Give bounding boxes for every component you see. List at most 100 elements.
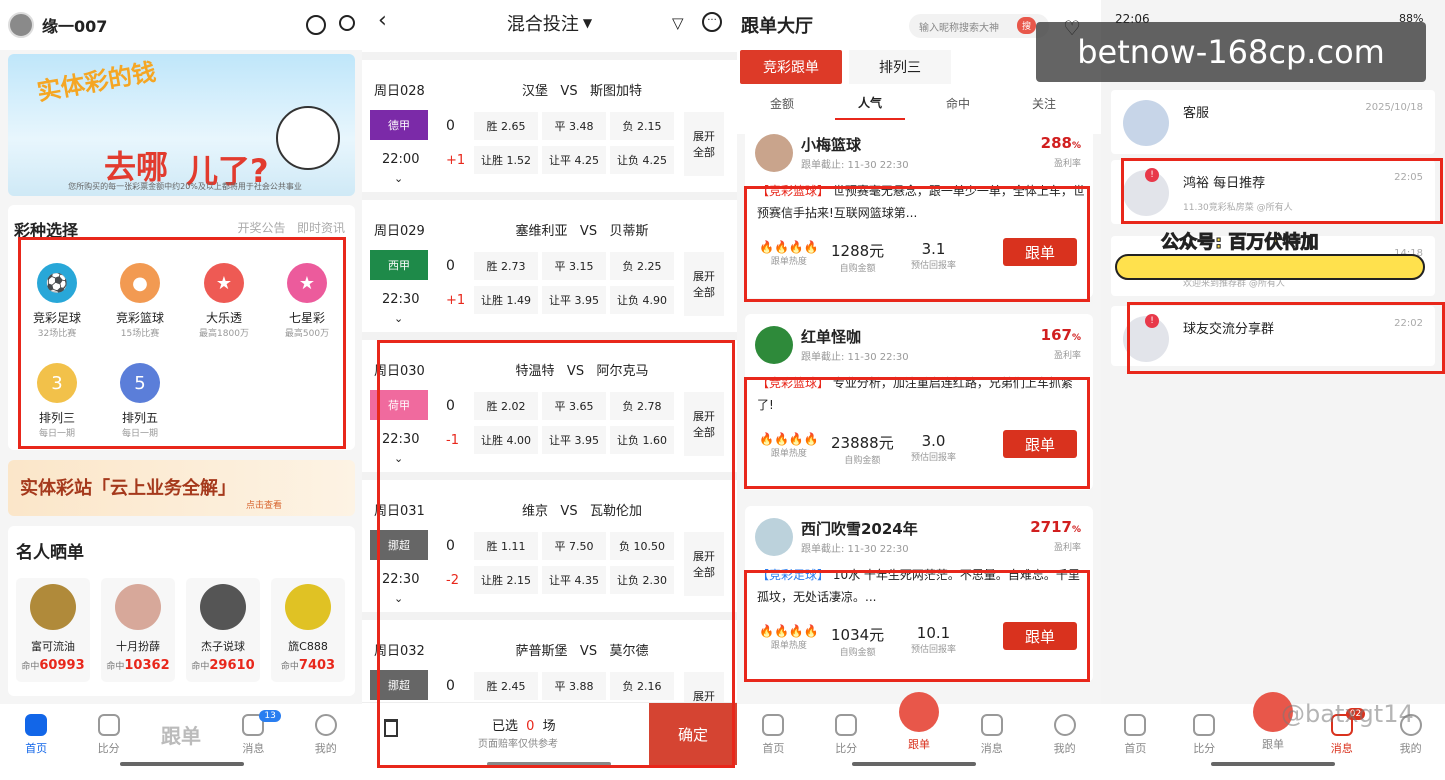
page-title[interactable]: 混合投注 bbox=[507, 10, 579, 36]
link-draw-notice[interactable]: 开奖公告 bbox=[238, 221, 286, 235]
expand-all-button[interactable]: 展开全部 bbox=[684, 112, 724, 176]
lottery-pailie3[interactable]: 3 排列三 每日一期 bbox=[22, 363, 92, 439]
confirm-button[interactable]: 确定 bbox=[649, 703, 737, 765]
follow-button[interactable]: 跟单 bbox=[1003, 430, 1077, 458]
odds-handicap-win[interactable]: 让胜 2.15 bbox=[474, 566, 538, 594]
tab-follow[interactable]: 跟单 bbox=[889, 692, 949, 752]
odds-draw[interactable]: 平 7.50 bbox=[542, 532, 606, 560]
tab-mine[interactable]: 我的 bbox=[296, 714, 356, 756]
search-button[interactable]: 搜 bbox=[1017, 17, 1037, 34]
odds-draw[interactable]: 平 3.15 bbox=[542, 252, 606, 280]
user-avatar[interactable] bbox=[8, 12, 34, 38]
tab-score[interactable]: 比分 bbox=[79, 714, 139, 756]
follow-card[interactable]: 小梅篮球 跟单截止: 11-30 22:30 288% 盈利率 【竞彩篮球】 世预赛毫无… bbox=[745, 122, 1093, 298]
odds-handicap-win[interactable]: 让胜 4.00 bbox=[474, 426, 538, 454]
rate-stat: 3.0 预估回报率 bbox=[911, 432, 956, 463]
expand-all-button[interactable]: 展开全部 bbox=[684, 252, 724, 316]
chat-item[interactable]: ! 球友交流分享群 22:02 bbox=[1111, 306, 1435, 366]
odds-handicap-draw[interactable]: 让平 4.25 bbox=[542, 146, 606, 174]
odds-handicap-draw[interactable]: 让平 3.95 bbox=[542, 286, 606, 314]
chevron-down-icon[interactable]: ⌄ bbox=[394, 592, 403, 605]
expert-name: 西门吹雪2024年 bbox=[801, 520, 918, 538]
link-news[interactable]: 即时资讯 bbox=[297, 221, 345, 235]
tab-home[interactable]: 首页 bbox=[1105, 714, 1165, 756]
odds-lose[interactable]: 负 2.78 bbox=[610, 392, 674, 420]
odds-handicap-lose[interactable]: 让负 1.60 bbox=[610, 426, 674, 454]
tab-messages[interactable]: 消息 bbox=[962, 714, 1022, 756]
avatar[interactable] bbox=[755, 518, 793, 556]
odds-draw[interactable]: 平 3.48 bbox=[542, 112, 606, 140]
filter-icon[interactable]: ▽ bbox=[672, 14, 684, 32]
odds-handicap-draw[interactable]: 让平 4.35 bbox=[542, 566, 606, 594]
avatar[interactable] bbox=[755, 326, 793, 364]
follow-card[interactable]: 红单怪咖 跟单截止: 11-30 22:30 167% 盈利率 【竞彩篮球】 专业分析，… bbox=[745, 314, 1093, 490]
soccer-ball-icon: ⚽ bbox=[37, 263, 77, 303]
follow-button[interactable]: 跟单 bbox=[1003, 622, 1077, 650]
stat-label: 跟单热度 bbox=[770, 449, 807, 459]
odds-lose[interactable]: 负 10.50 bbox=[610, 532, 674, 560]
odds-handicap-win[interactable]: 让胜 1.49 bbox=[474, 286, 538, 314]
odds-win[interactable]: 胜 2.02 bbox=[474, 392, 538, 420]
tab-score[interactable]: 比分 bbox=[816, 714, 876, 756]
odds-draw[interactable]: 平 3.65 bbox=[542, 392, 606, 420]
celeb-card[interactable]: 十月扮薛 命中10362 bbox=[101, 578, 175, 682]
trash-icon[interactable] bbox=[384, 719, 398, 737]
hero-banner[interactable]: 实体彩的钱 去哪 儿了? 您所购买的每一张彩票金额中约20%及以上都将用于社会公… bbox=[8, 54, 355, 196]
tab-home[interactable]: 首页 bbox=[6, 714, 66, 756]
match-row: 周日028 德甲 22:00 汉堡 VS 斯图加特 0 +1 胜 2.65 平 3.48 负 2… bbox=[362, 52, 737, 192]
lottery-soccer[interactable]: ⚽ 竞彩足球 32场比赛 bbox=[22, 263, 92, 339]
odds-handicap-lose[interactable]: 让负 4.90 bbox=[610, 286, 674, 314]
search-icon[interactable] bbox=[339, 15, 355, 31]
expand-all-button[interactable]: 展开全部 bbox=[684, 532, 724, 596]
tab-messages[interactable]: 消息 13 bbox=[223, 710, 283, 756]
odds-handicap-lose[interactable]: 让负 2.30 bbox=[610, 566, 674, 594]
follow-card[interactable]: 西门吹雪2024年 跟单截止: 11-30 22:30 2717% 盈利率 【竞彩足球】… bbox=[745, 506, 1093, 682]
odds-draw[interactable]: 平 3.88 bbox=[542, 672, 606, 700]
more-icon[interactable]: ··· bbox=[702, 12, 722, 32]
odds-lose[interactable]: 负 2.16 bbox=[610, 672, 674, 700]
chevron-down-icon[interactable]: ⌄ bbox=[394, 172, 403, 185]
expand-all-button[interactable]: 展开全部 bbox=[684, 392, 724, 456]
odds-lose[interactable]: 负 2.15 bbox=[610, 112, 674, 140]
odds-handicap-draw[interactable]: 让平 3.95 bbox=[542, 426, 606, 454]
profit-unit: % bbox=[1071, 333, 1081, 343]
odds-handicap-lose[interactable]: 让负 4.25 bbox=[610, 146, 674, 174]
lottery-basketball[interactable]: ● 竞彩篮球 15场比赛 bbox=[105, 263, 175, 339]
tab-follow[interactable]: 跟单 bbox=[151, 714, 211, 749]
tab-jingcai[interactable]: 竞彩跟单 bbox=[740, 50, 842, 84]
plan-tag: 【竞彩篮球】 bbox=[757, 184, 830, 198]
odds-win[interactable]: 胜 2.65 bbox=[474, 112, 538, 140]
chevron-down-icon[interactable]: ▼ bbox=[583, 16, 592, 30]
tab-pailie3[interactable]: 排列三 bbox=[849, 50, 951, 84]
promo-banner[interactable]: 实体彩站「云上业务全解」 点击查看 bbox=[8, 460, 355, 516]
odds-win[interactable]: 胜 2.73 bbox=[474, 252, 538, 280]
filter-amount[interactable]: 金额 bbox=[747, 86, 817, 120]
avatar[interactable] bbox=[755, 134, 793, 172]
tab-score[interactable]: 比分 bbox=[1174, 714, 1234, 756]
celeb-card[interactable]: 杰子说球 命中29610 bbox=[186, 578, 260, 682]
tab-home[interactable]: 首页 bbox=[743, 714, 803, 756]
celeb-card[interactable]: 旒C888 命中7403 bbox=[271, 578, 345, 682]
lottery-qixingcai[interactable]: ★ 七星彩 最高500万 bbox=[272, 263, 342, 339]
filter-following[interactable]: 关注 bbox=[1009, 86, 1079, 120]
lottery-daletou[interactable]: ★ 大乐透 最高1800万 bbox=[189, 263, 259, 339]
odds-handicap-win[interactable]: 让胜 1.52 bbox=[474, 146, 538, 174]
amount-stat: 23888元 自购金额 bbox=[831, 432, 894, 466]
filter-hits[interactable]: 命中 bbox=[923, 86, 993, 120]
deadline: 跟单截止: 11-30 22:30 bbox=[801, 352, 909, 363]
filter-popularity[interactable]: 人气 bbox=[835, 86, 905, 120]
back-icon[interactable]: ‹ bbox=[378, 8, 387, 33]
celeb-card[interactable]: 富可流油 命中60993 bbox=[16, 578, 90, 682]
chat-item[interactable]: 客服 2025/10/18 bbox=[1111, 90, 1435, 154]
chat-icon[interactable] bbox=[306, 15, 326, 35]
chat-item[interactable]: ! 鸿裕 每日推荐 22:05 11.30竞彩私房菜 @所有人 bbox=[1111, 160, 1435, 224]
odds-lose[interactable]: 负 2.25 bbox=[610, 252, 674, 280]
promo-action[interactable]: 点击查看 bbox=[246, 498, 282, 511]
chevron-down-icon[interactable]: ⌄ bbox=[394, 312, 403, 325]
lottery-pailie5[interactable]: 5 排列五 每日一期 bbox=[105, 363, 175, 439]
odds-win[interactable]: 胜 2.45 bbox=[474, 672, 538, 700]
tab-mine[interactable]: 我的 bbox=[1035, 714, 1095, 756]
follow-button[interactable]: 跟单 bbox=[1003, 238, 1077, 266]
odds-win[interactable]: 胜 1.11 bbox=[474, 532, 538, 560]
chevron-down-icon[interactable]: ⌄ bbox=[394, 452, 403, 465]
